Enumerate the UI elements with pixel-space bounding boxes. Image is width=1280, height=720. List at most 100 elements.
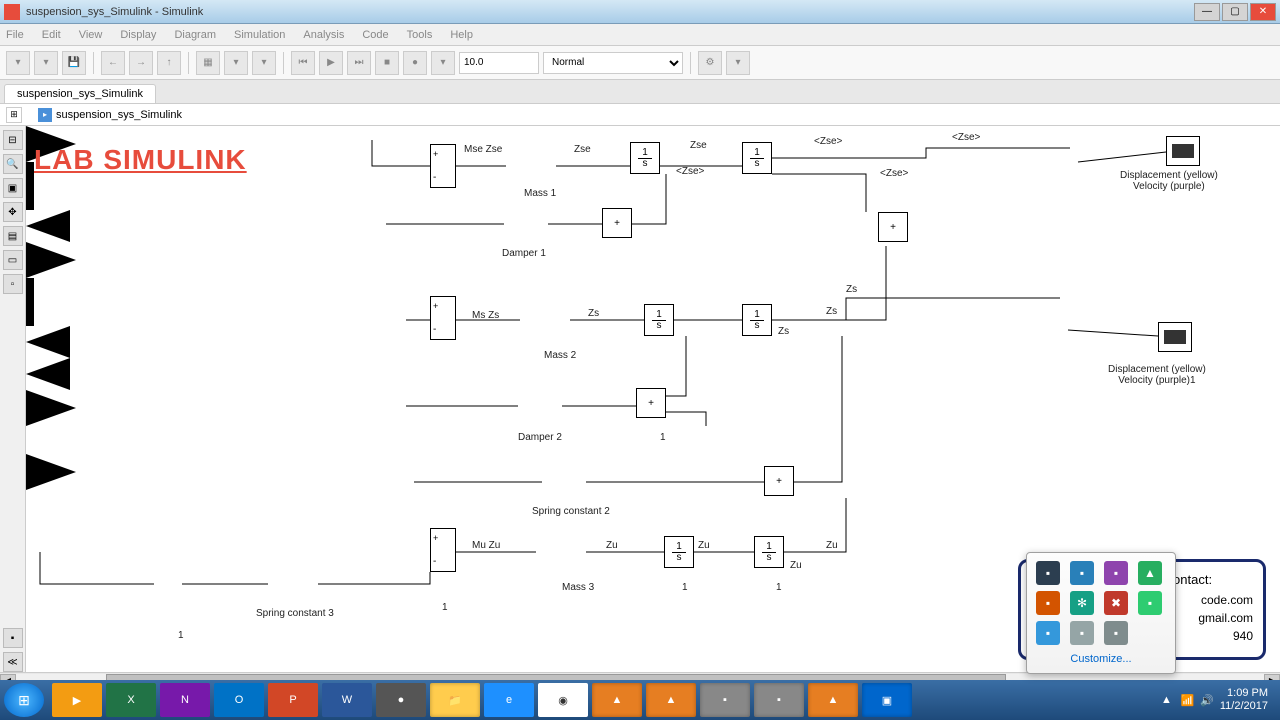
menu-edit[interactable]: Edit xyxy=(42,29,61,41)
tray-date[interactable]: 11/2/2017 xyxy=(1220,700,1268,713)
step-fwd-button[interactable]: ⏭ xyxy=(347,51,371,75)
tab-model[interactable]: suspension_sys_Simulink xyxy=(4,84,156,103)
task-matlab3[interactable]: ▲ xyxy=(808,683,858,717)
new-button[interactable]: ▾ xyxy=(6,51,30,75)
tray-icon-6[interactable]: ✻ xyxy=(1070,591,1094,615)
menu-help[interactable]: Help xyxy=(450,29,473,41)
menu-file[interactable]: File xyxy=(6,29,24,41)
open-button[interactable]: ▾ xyxy=(34,51,58,75)
tray-icon-5[interactable]: ▪ xyxy=(1036,591,1060,615)
menu-tools[interactable]: Tools xyxy=(407,29,433,41)
gain-ks[interactable]: Ks xyxy=(26,358,70,390)
mux2[interactable] xyxy=(26,278,34,326)
gain-bs[interactable]: bs xyxy=(26,326,70,358)
scope2[interactable] xyxy=(1158,322,1192,352)
sample-tool[interactable]: ▤ xyxy=(3,226,23,246)
int-zu1[interactable]: 1s xyxy=(664,536,694,568)
task-mediaplayer[interactable]: ▶ xyxy=(52,683,102,717)
int-zu2[interactable]: 1s xyxy=(754,536,784,568)
breadcrumb-nav[interactable]: ⊞ xyxy=(6,107,22,123)
fit-tool[interactable]: ▣ xyxy=(3,178,23,198)
config-button[interactable]: ▾ xyxy=(224,51,248,75)
forward-button[interactable]: → xyxy=(129,51,153,75)
tray-icon-11[interactable]: ▪ xyxy=(1104,621,1128,645)
int-zse2[interactable]: 1s xyxy=(742,142,772,174)
menu-diagram[interactable]: Diagram xyxy=(174,29,216,41)
step-back-button[interactable]: ⏮ xyxy=(291,51,315,75)
tray-icon-1[interactable]: ▪ xyxy=(1036,561,1060,585)
int-zse1[interactable]: 1s xyxy=(630,142,660,174)
task-matlab1[interactable]: ▲ xyxy=(592,683,642,717)
explorer-button[interactable]: ▾ xyxy=(252,51,276,75)
tray-time[interactable]: 1:09 PM xyxy=(1220,687,1268,700)
tray-icon-10[interactable]: ▪ xyxy=(1070,621,1094,645)
task-matlab2[interactable]: ▲ xyxy=(646,683,696,717)
sum-mu[interactable] xyxy=(430,528,456,572)
maximize-button[interactable]: ▢ xyxy=(1222,3,1248,21)
up-button[interactable]: ↑ xyxy=(157,51,181,75)
int-zs2[interactable]: 1s xyxy=(742,304,772,336)
task-app2[interactable]: ▪ xyxy=(700,683,750,717)
zoom-tool[interactable]: 🔍 xyxy=(3,154,23,174)
sum-d1[interactable]: + xyxy=(602,208,632,238)
sum-mse[interactable] xyxy=(430,144,456,188)
task-chrome[interactable]: ◉ xyxy=(538,683,588,717)
sum-ms[interactable] xyxy=(430,296,456,340)
save-button[interactable]: 💾 xyxy=(62,51,86,75)
minimize-button[interactable]: — xyxy=(1194,3,1220,21)
stop-time-input[interactable] xyxy=(459,52,539,74)
sim-mode-select[interactable]: Normal xyxy=(543,52,683,74)
stop-button[interactable]: ■ xyxy=(375,51,399,75)
tray-icon-8[interactable]: ▪ xyxy=(1138,591,1162,615)
library-button[interactable]: ▦ xyxy=(196,51,220,75)
tray-icon-3[interactable]: ▪ xyxy=(1104,561,1128,585)
int-zs1[interactable]: 1s xyxy=(644,304,674,336)
hide-tool[interactable]: ⊟ xyxy=(3,130,23,150)
network-icon[interactable]: 📶 xyxy=(1180,694,1194,707)
sum-ks[interactable]: + xyxy=(764,466,794,496)
back-button[interactable]: ← xyxy=(101,51,125,75)
image-tool[interactable]: ▫ xyxy=(3,274,23,294)
gain-bse[interactable]: bse xyxy=(26,210,70,242)
pan-tool[interactable]: ✥ xyxy=(3,202,23,222)
tray-icon-4[interactable]: ▲ xyxy=(1138,561,1162,585)
task-ie[interactable]: e xyxy=(484,683,534,717)
menu-display[interactable]: Display xyxy=(120,29,156,41)
deploy-button[interactable]: ▾ xyxy=(726,51,750,75)
menu-analysis[interactable]: Analysis xyxy=(303,29,344,41)
start-button[interactable]: ⊞ xyxy=(4,683,44,717)
task-word[interactable]: W xyxy=(322,683,372,717)
task-outlook[interactable]: O xyxy=(214,683,264,717)
menu-view[interactable]: View xyxy=(79,29,103,41)
gain-ms[interactable]: 1/Ms xyxy=(26,242,76,278)
record-button[interactable]: ● xyxy=(403,51,427,75)
gain-kt[interactable]: Kt xyxy=(26,454,76,490)
volume-icon[interactable]: 🔊 xyxy=(1200,694,1214,707)
task-simulink[interactable]: ▣ xyxy=(862,683,912,717)
task-explorer[interactable]: 📁 xyxy=(430,683,480,717)
mux1[interactable] xyxy=(26,162,34,210)
task-powerpoint[interactable]: P xyxy=(268,683,318,717)
task-excel[interactable]: X xyxy=(106,683,156,717)
fastfwd-button[interactable]: ▾ xyxy=(431,51,455,75)
menu-code[interactable]: Code xyxy=(362,29,388,41)
annot-tool[interactable]: ▭ xyxy=(3,250,23,270)
task-onenote[interactable]: N xyxy=(160,683,210,717)
tray-icon-2[interactable]: ▪ xyxy=(1070,561,1094,585)
scope1[interactable] xyxy=(1166,136,1200,166)
task-app1[interactable]: ● xyxy=(376,683,426,717)
menu-simulation[interactable]: Simulation xyxy=(234,29,285,41)
tray-icon-9[interactable]: ▪ xyxy=(1036,621,1060,645)
record-tool[interactable]: ≪ xyxy=(3,652,23,672)
scope-tool[interactable]: ▪ xyxy=(3,628,23,648)
task-app3[interactable]: ▪ xyxy=(754,683,804,717)
sum-zse-out[interactable]: + xyxy=(878,212,908,242)
breadcrumb-model[interactable]: suspension_sys_Simulink xyxy=(56,109,182,121)
tray-customize[interactable]: Customize... xyxy=(1035,653,1167,665)
gain-mu[interactable]: 1/Mu xyxy=(26,390,76,426)
tray-icon-7[interactable]: ✖ xyxy=(1104,591,1128,615)
run-button[interactable]: ▶ xyxy=(319,51,343,75)
sum-d2[interactable]: + xyxy=(636,388,666,418)
tray-arrow-icon[interactable]: ▲ xyxy=(1158,692,1174,708)
close-button[interactable]: ✕ xyxy=(1250,3,1276,21)
